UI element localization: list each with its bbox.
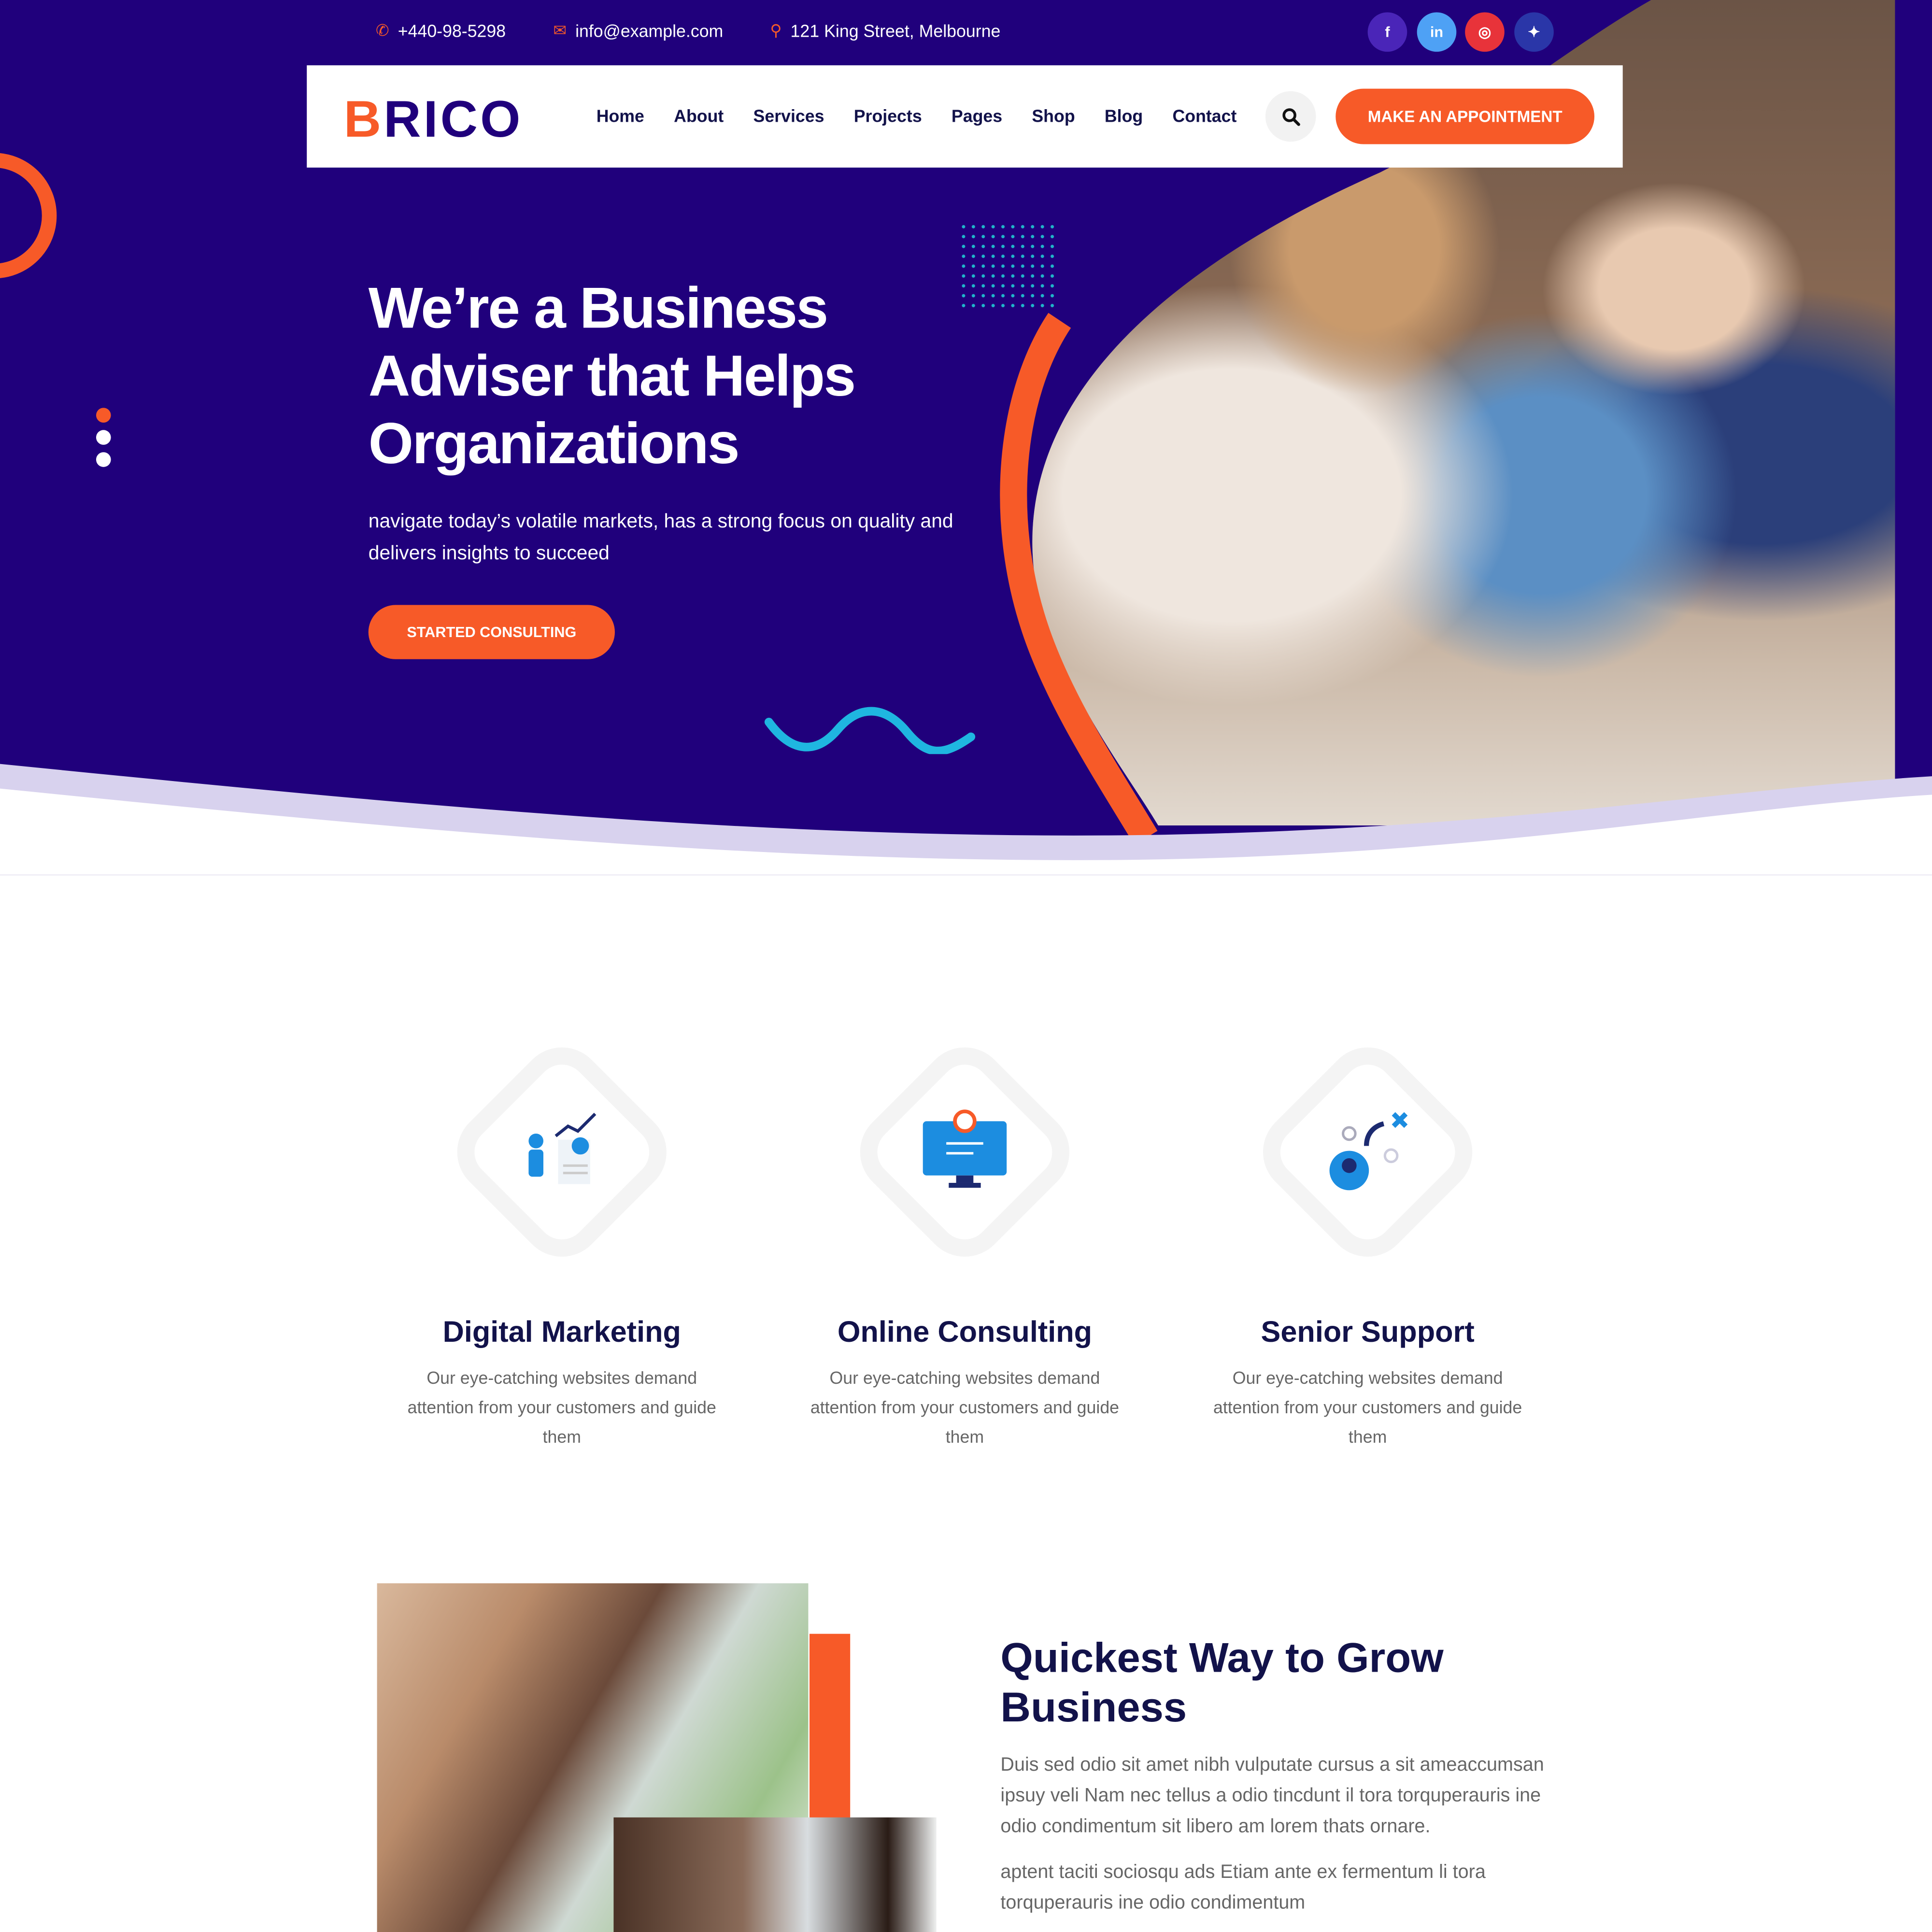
logo-text: RICO — [384, 90, 523, 148]
topbar: ✆ +440-98-5298 ✉ info@example.com ⚲ 121 Kin… — [0, 0, 1932, 65]
phone-icon: ✆ — [376, 21, 389, 40]
location-pin-icon: ⚲ — [770, 21, 782, 40]
accent-bar — [810, 1634, 851, 1819]
twitter-icon[interactable]: ✦ — [1514, 12, 1554, 52]
about-paragraph: Duis sed odio sit amet nibh vulputate cu… — [1000, 1754, 1544, 1837]
main-header: BRICO Home About Services Projects Pages… — [307, 65, 1623, 168]
logo-letter: B — [343, 90, 384, 148]
nav-about[interactable]: About — [674, 106, 724, 126]
nav-home[interactable]: Home — [597, 106, 644, 126]
service-desc: Our eye-catching websites demand attenti… — [407, 1367, 716, 1447]
instagram-icon[interactable]: ◎ — [1465, 12, 1505, 52]
service-card[interactable]: Senior Support Our eye-catching websites… — [1183, 1023, 1552, 1451]
about-title: Quickest Way to Grow Business — [1000, 1635, 1444, 1732]
service-card[interactable]: Digital Marketing Our eye-catching websi… — [377, 1023, 747, 1451]
nav-services[interactable]: Services — [753, 106, 824, 126]
email-contact[interactable]: ✉ info@example.com — [553, 21, 723, 41]
monitor-icon — [915, 1103, 1014, 1201]
facebook-icon[interactable]: f — [1367, 12, 1407, 52]
started-consulting-button[interactable]: STARTED CONSULTING — [368, 605, 615, 659]
service-title: Senior Support — [1261, 1316, 1475, 1350]
nav-projects[interactable]: Projects — [854, 106, 922, 126]
linkedin-icon[interactable]: in — [1417, 12, 1457, 52]
hero-subtitle: navigate today’s volatile markets, has a… — [368, 511, 953, 565]
service-title: Digital Marketing — [442, 1316, 681, 1350]
nav-pages[interactable]: Pages — [952, 106, 1002, 126]
about-text: Duis sed odio sit amet nibh vulputate cu… — [1000, 1749, 1567, 1918]
slider-dot[interactable] — [96, 408, 111, 423]
phone-contact[interactable]: ✆ +440-98-5298 — [376, 21, 506, 41]
squiggle-decoration — [764, 707, 976, 754]
slider-dot[interactable] — [96, 452, 111, 467]
address-text: 121 King Street, Melbourne — [790, 21, 1001, 41]
address-contact: ⚲ 121 King Street, Melbourne — [770, 21, 1000, 41]
service-card[interactable]: Online Consulting Our eye-catching websi… — [780, 1023, 1150, 1451]
email-text: info@example.com — [575, 21, 724, 41]
mail-icon: ✉ — [553, 21, 567, 40]
hero-title: We’re a Business Adviser that Helps Orga… — [368, 274, 856, 476]
service-desc: Our eye-catching websites demand attenti… — [810, 1367, 1120, 1447]
ring-decoration — [0, 153, 57, 278]
search-button[interactable] — [1265, 91, 1316, 142]
meeting-photo — [613, 1817, 937, 1932]
make-appointment-button[interactable]: MAKE AN APPOINTMENT — [1335, 88, 1595, 144]
nav-blog[interactable]: Blog — [1105, 106, 1143, 126]
about-paragraph: aptent taciti sociosqu ads Etiam ante ex… — [1000, 1861, 1486, 1914]
phone-text: +440-98-5298 — [398, 21, 506, 41]
slider-dot[interactable] — [96, 430, 111, 445]
nav-contact[interactable]: Contact — [1172, 106, 1236, 126]
search-icon — [1282, 107, 1300, 126]
hero-wave — [0, 764, 1932, 875]
main-nav: Home About Services Projects Pages Shop … — [597, 106, 1237, 126]
service-title: Online Consulting — [837, 1316, 1093, 1350]
growth-chart-icon — [512, 1103, 611, 1201]
nav-shop[interactable]: Shop — [1032, 106, 1075, 126]
service-desc: Our eye-catching websites demand attenti… — [1213, 1367, 1522, 1447]
support-path-icon — [1319, 1103, 1417, 1201]
logo[interactable]: BRICO — [344, 90, 523, 149]
